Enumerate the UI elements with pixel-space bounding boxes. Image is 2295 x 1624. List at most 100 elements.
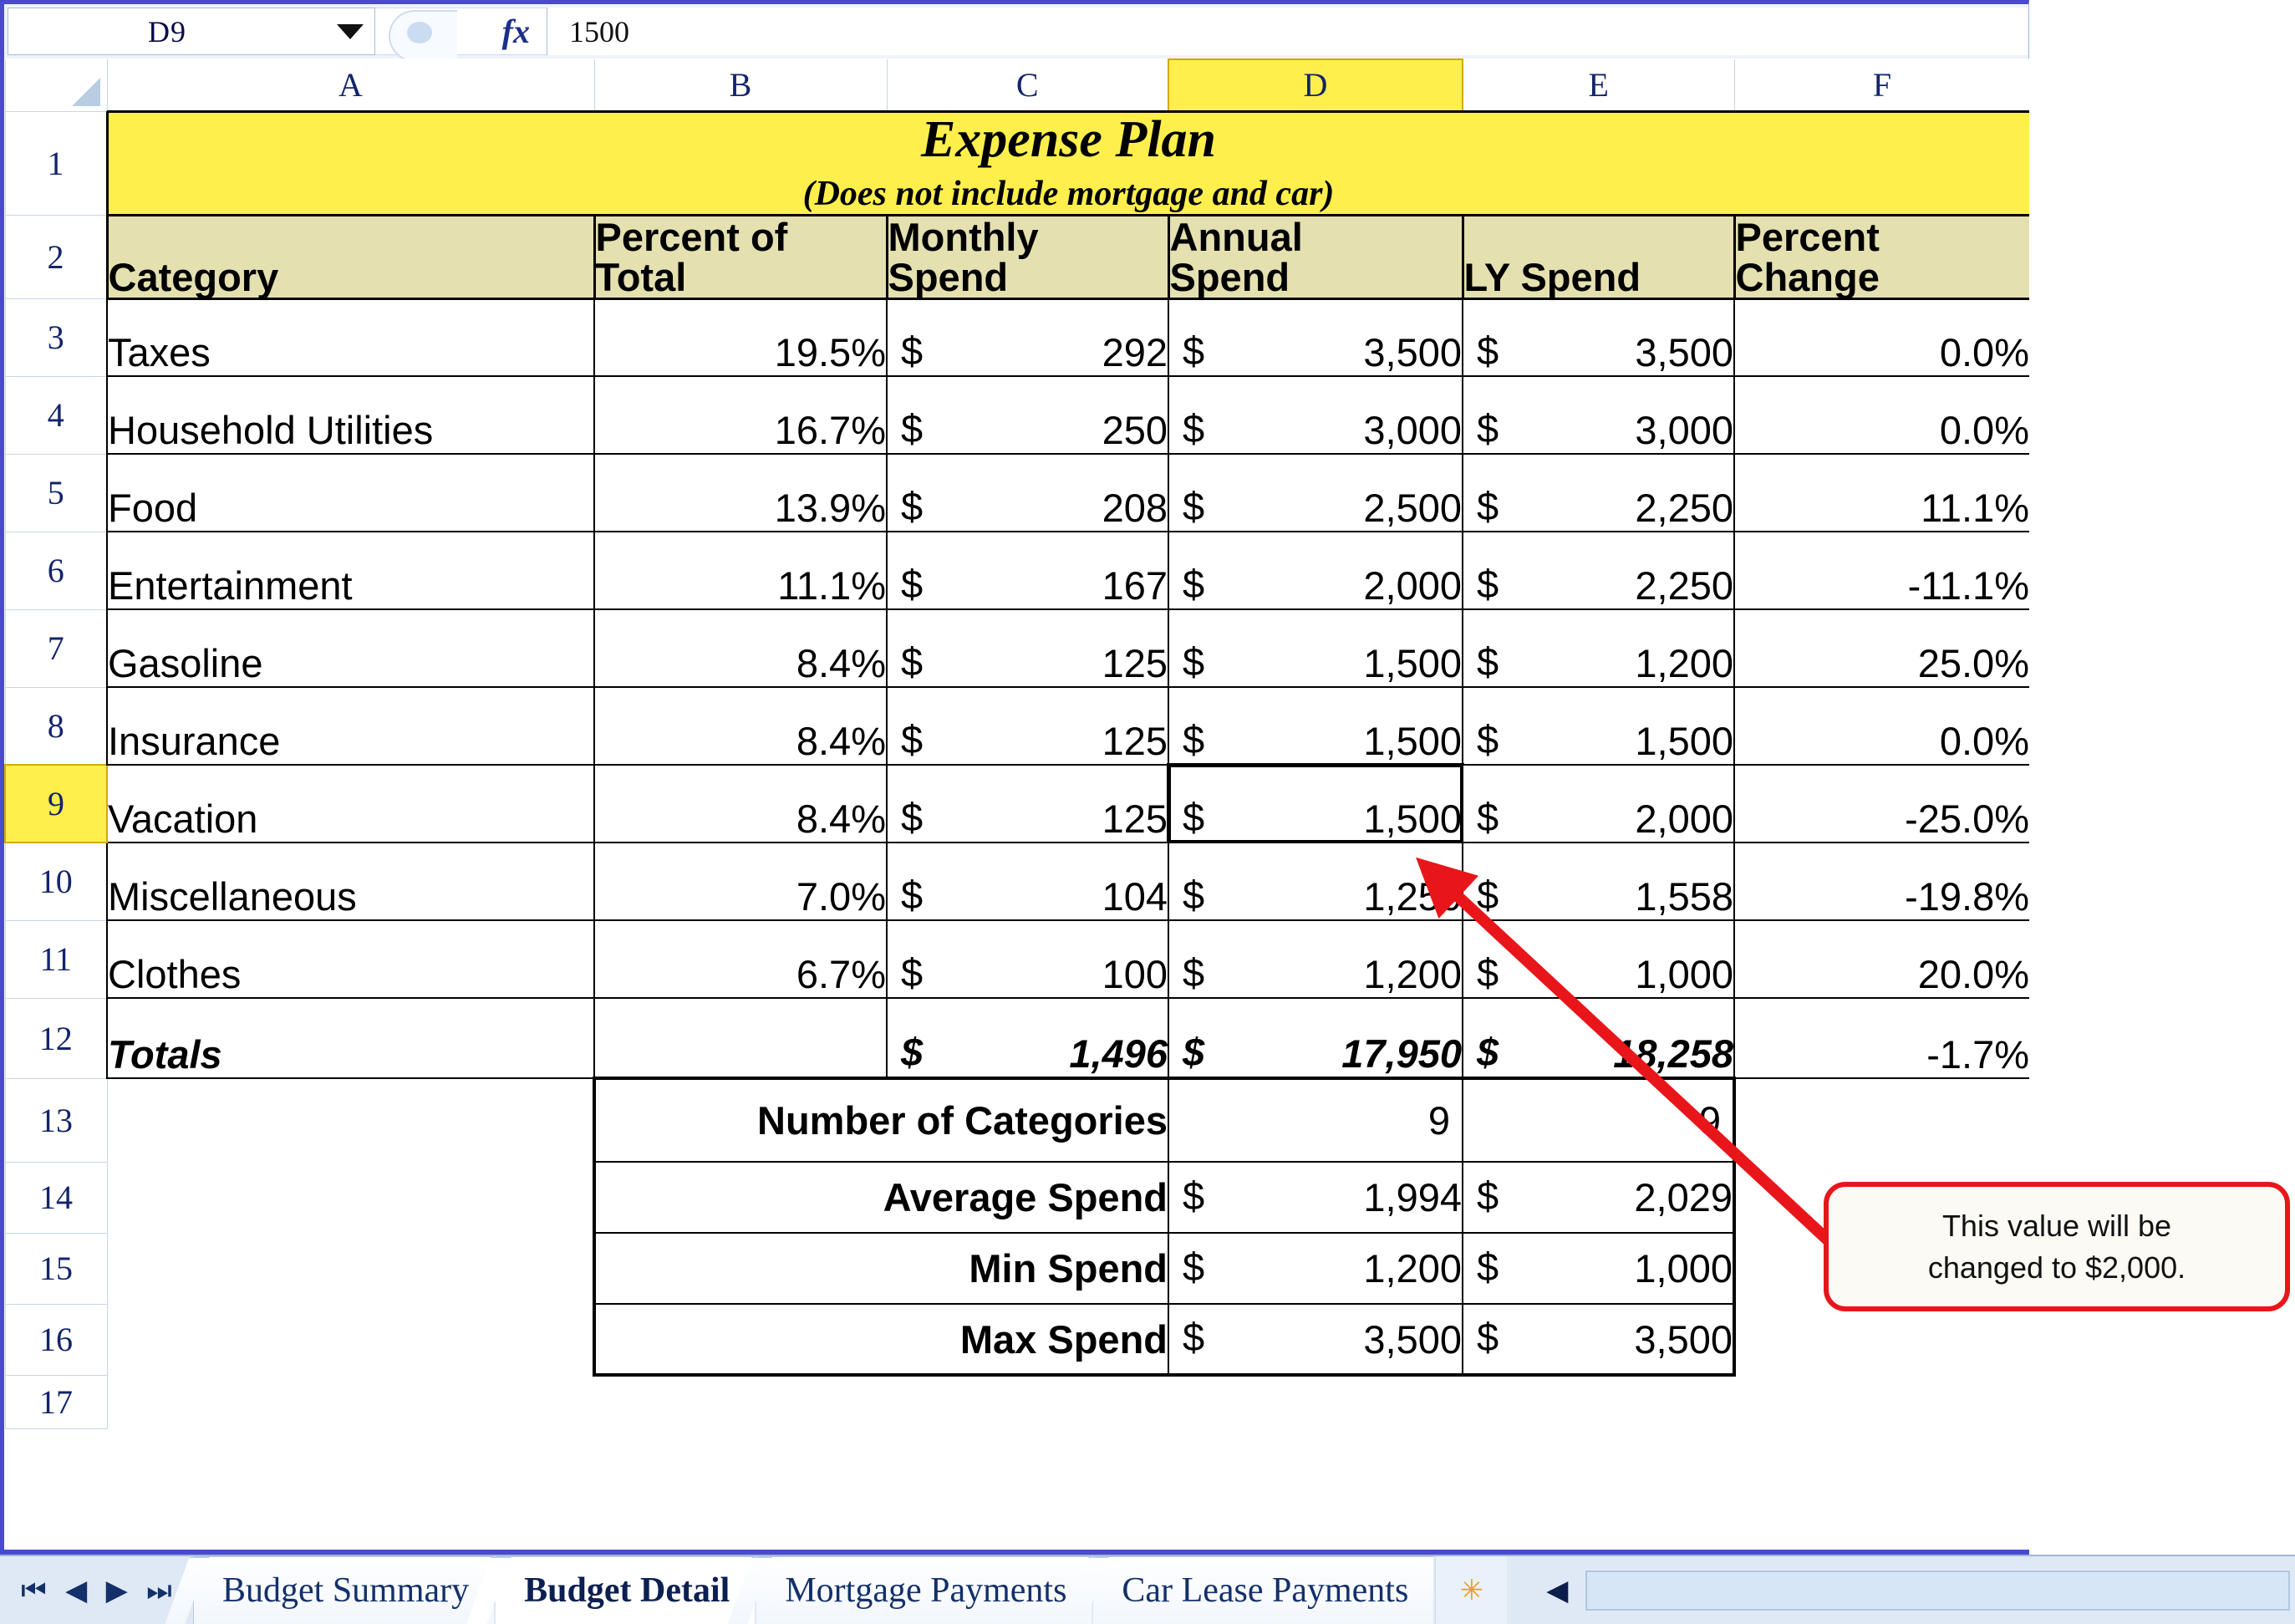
cell-e9-ly-spend[interactable]: $ 2,000: [1462, 764, 1735, 844]
cell-b11-percent-of-total[interactable]: 6.7%: [593, 919, 888, 1000]
cell-d14-average-spend[interactable]: $ 1,994: [1168, 1161, 1463, 1235]
cell-d9-annual-spend-selected[interactable]: $ 1,500: [1167, 763, 1464, 845]
header-monthly-spend[interactable]: Monthly Spend: [885, 213, 1170, 300]
cell-c17-empty[interactable]: [887, 1375, 1168, 1429]
cell-d8-annual-spend[interactable]: $ 1,500: [1168, 686, 1463, 766]
row-header-6[interactable]: 6: [4, 531, 108, 610]
scrollbar-track[interactable]: [1585, 1570, 2290, 1611]
cell-c3-monthly-spend[interactable]: $ 292: [886, 298, 1169, 378]
cell-e16-max-spend[interactable]: $ 3,500: [1462, 1303, 1736, 1377]
cell-e6-ly-spend[interactable]: $ 2,250: [1462, 531, 1735, 611]
row-header-16[interactable]: 16: [4, 1303, 108, 1376]
cell-b4-percent-of-total[interactable]: 16.7%: [593, 375, 888, 456]
cell-b9-percent-of-total[interactable]: 8.4%: [593, 764, 888, 844]
row-header-7[interactable]: 7: [4, 608, 108, 688]
cell-c4-monthly-spend[interactable]: $ 250: [886, 375, 1169, 456]
column-header-f[interactable]: F: [1733, 59, 2031, 112]
formula-input[interactable]: 1500: [547, 8, 2028, 55]
cell-e10-ly-spend[interactable]: $ 1,558: [1462, 842, 1735, 922]
cell-b12-empty[interactable]: [593, 997, 888, 1080]
cell-a13-empty[interactable]: [107, 1078, 594, 1163]
scrollbar-thumb[interactable]: [1586, 1571, 2289, 1610]
label-number-of-categories[interactable]: Number of Categories: [593, 1077, 1169, 1163]
row-header-14[interactable]: 14: [4, 1161, 108, 1234]
cell-f17-empty[interactable]: [1734, 1375, 2030, 1429]
last-sheet-icon[interactable]: ⏭: [146, 1576, 172, 1605]
horizontal-scrollbar[interactable]: ◀: [1529, 1556, 2295, 1624]
cell-c6-monthly-spend[interactable]: $ 167: [886, 531, 1169, 611]
cell-d11-annual-spend[interactable]: $ 1,200: [1168, 919, 1463, 1000]
cell-e11-ly-spend[interactable]: $ 1,000: [1462, 919, 1735, 1000]
cell-d7-annual-spend[interactable]: $ 1,500: [1168, 608, 1463, 689]
cell-b5-percent-of-total[interactable]: 13.9%: [593, 453, 888, 533]
cell-f8-percent-change[interactable]: 0.0%: [1733, 686, 2031, 766]
cell-e17-empty[interactable]: [1463, 1375, 1734, 1429]
cell-c8-monthly-spend[interactable]: $ 125: [886, 686, 1169, 766]
cell-f9-percent-change[interactable]: -25.0%: [1733, 764, 2031, 844]
label-min-spend[interactable]: Min Spend: [593, 1232, 1169, 1306]
cell-a8-category[interactable]: Insurance: [106, 686, 595, 766]
cell-a11-category[interactable]: Clothes: [106, 919, 595, 1000]
cell-d10-annual-spend[interactable]: $ 1,250: [1168, 842, 1463, 922]
column-header-e[interactable]: E: [1462, 59, 1735, 112]
insert-worksheet-icon[interactable]: ✳: [1435, 1556, 1508, 1624]
header-annual-spend[interactable]: Annual Spend: [1167, 213, 1464, 300]
cell-d5-annual-spend[interactable]: $ 2,500: [1168, 453, 1463, 533]
cell-a17-empty[interactable]: [107, 1375, 594, 1429]
header-percent-change[interactable]: Percent Change: [1733, 213, 2032, 300]
cell-c10-monthly-spend[interactable]: $ 104: [886, 842, 1169, 922]
cell-f4-percent-change[interactable]: 0.0%: [1733, 375, 2031, 456]
cell-d17-empty[interactable]: [1168, 1375, 1463, 1429]
cell-e12-ly-total[interactable]: $ 18,258: [1462, 997, 1735, 1080]
cell-d3-annual-spend[interactable]: $ 3,500: [1168, 298, 1463, 378]
cell-b8-percent-of-total[interactable]: 8.4%: [593, 686, 888, 766]
cell-f11-percent-change[interactable]: 20.0%: [1733, 919, 2031, 1000]
row-header-8[interactable]: 8: [4, 686, 108, 766]
cell-f6-percent-change[interactable]: -11.1%: [1733, 531, 2031, 611]
cell-e15-min-spend[interactable]: $ 1,000: [1462, 1232, 1736, 1306]
cell-d6-annual-spend[interactable]: $ 2,000: [1168, 531, 1463, 611]
sheet-tab-car-lease-payments[interactable]: Car Lease Payments: [1093, 1556, 1434, 1624]
row-header-1[interactable]: 1: [4, 110, 108, 216]
column-header-d[interactable]: D: [1168, 59, 1463, 112]
cell-e5-ly-spend[interactable]: $ 2,250: [1462, 453, 1735, 533]
cell-e14-average-spend[interactable]: $ 2,029: [1462, 1161, 1736, 1235]
row-header-4[interactable]: 4: [4, 375, 108, 455]
cell-c7-monthly-spend[interactable]: $ 125: [886, 608, 1169, 689]
next-sheet-icon[interactable]: ▶: [106, 1576, 128, 1605]
cell-a12-totals-label[interactable]: Totals: [106, 997, 595, 1080]
cell-f16-empty[interactable]: [1734, 1304, 2030, 1376]
cell-a5-category[interactable]: Food: [106, 453, 595, 533]
insert-function-button[interactable]: fx: [375, 8, 547, 62]
cell-e8-ly-spend[interactable]: $ 1,500: [1462, 686, 1735, 766]
cell-e3-ly-spend[interactable]: $ 3,500: [1462, 298, 1735, 378]
cell-a10-category[interactable]: Miscellaneous: [106, 842, 595, 922]
cell-d16-max-spend[interactable]: $ 3,500: [1168, 1303, 1463, 1377]
sheet-tab-budget-detail[interactable]: Budget Detail: [496, 1556, 756, 1624]
cell-a16-empty[interactable]: [107, 1304, 594, 1376]
row-header-10[interactable]: 10: [4, 842, 108, 921]
select-all-corner[interactable]: [4, 59, 108, 112]
cell-e7-ly-spend[interactable]: $ 1,200: [1462, 608, 1735, 689]
row-header-9[interactable]: 9: [4, 764, 108, 844]
chevron-down-icon[interactable]: [326, 23, 374, 39]
label-max-spend[interactable]: Max Spend: [593, 1303, 1169, 1377]
sheet-tab-budget-summary[interactable]: Budget Summary: [194, 1556, 495, 1624]
cell-b3-percent-of-total[interactable]: 19.5%: [593, 298, 888, 378]
cell-a7-category[interactable]: Gasoline: [106, 608, 595, 689]
row-header-3[interactable]: 3: [4, 298, 108, 377]
name-box[interactable]: D9: [8, 8, 375, 55]
row-header-12[interactable]: 12: [4, 997, 108, 1079]
row-header-17[interactable]: 17: [4, 1374, 108, 1429]
cell-f5-percent-change[interactable]: 11.1%: [1733, 453, 2031, 533]
header-ly-spend[interactable]: LY Spend: [1461, 213, 1736, 300]
cell-d4-annual-spend[interactable]: $ 3,000: [1168, 375, 1463, 456]
cell-c12-monthly-total[interactable]: $ 1,496: [886, 997, 1169, 1080]
previous-sheet-icon[interactable]: ◀: [65, 1576, 87, 1605]
column-header-b[interactable]: B: [593, 59, 888, 112]
row-header-11[interactable]: 11: [4, 919, 108, 999]
cell-a4-category[interactable]: Household Utilities: [106, 375, 595, 456]
cell-c9-monthly-spend[interactable]: $ 125: [886, 764, 1169, 844]
cell-c11-monthly-spend[interactable]: $ 100: [886, 919, 1169, 1000]
cell-d12-annual-total[interactable]: $ 17,950: [1168, 997, 1463, 1080]
